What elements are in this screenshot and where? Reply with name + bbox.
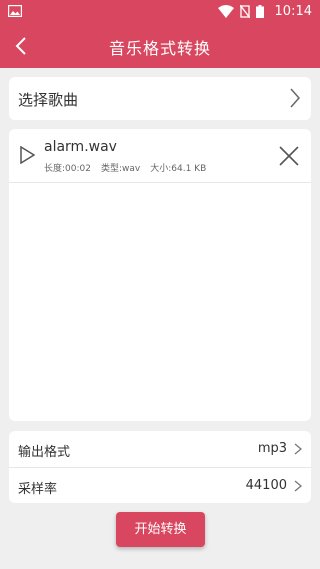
page-title: 音乐格式转换 (108, 39, 211, 58)
chevron-right-icon (294, 443, 302, 455)
sample-rate-row[interactable]: 采样率 44100 (9, 468, 311, 504)
start-convert-button[interactable]: 开始转换 (116, 512, 205, 547)
output-format-label: 输出格式 (18, 445, 71, 460)
app-bar: 音乐格式转换 (0, 24, 320, 68)
output-format-value: mp3 (257, 441, 287, 456)
chevron-right-icon (294, 480, 302, 492)
output-format-row[interactable]: 输出格式 mp3 (9, 431, 311, 467)
no-sim-icon (240, 5, 250, 18)
wifi-icon (218, 5, 234, 18)
status-bar: 10:14 (0, 0, 320, 24)
options-panel: 输出格式 mp3 采样率 44100 (9, 431, 311, 503)
select-song-button[interactable]: 选择歌曲 (9, 77, 311, 120)
file-list: alarm.wav 长度:00:02 类型:wav 大小:64.1 KB (9, 129, 311, 421)
battery-icon (256, 5, 264, 18)
sample-rate-label: 采样率 (18, 482, 58, 497)
select-song-label: 选择歌曲 (18, 91, 79, 109)
file-type: 类型:wav (100, 164, 141, 174)
chevron-right-icon (290, 88, 301, 108)
play-icon[interactable] (19, 146, 35, 164)
system-icons (218, 5, 264, 18)
close-icon[interactable] (278, 145, 300, 167)
image-icon (8, 5, 22, 17)
sample-rate-value: 44100 (245, 478, 287, 493)
file-size: 大小:64.1 KB (150, 164, 207, 174)
file-meta: 长度:00:02 类型:wav 大小:64.1 KB (44, 161, 206, 174)
file-duration: 长度:00:02 (44, 164, 91, 174)
clock: 10:14 (274, 4, 312, 19)
list-item: alarm.wav 长度:00:02 类型:wav 大小:64.1 KB (9, 129, 311, 183)
file-name: alarm.wav (44, 139, 117, 155)
